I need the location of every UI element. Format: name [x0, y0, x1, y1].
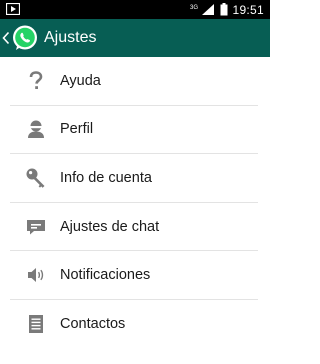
- settings-item-ajustes-de-chat[interactable]: Ajustes de chat: [10, 203, 258, 252]
- settings-item-perfil[interactable]: Perfil: [10, 106, 258, 155]
- settings-item-label: Info de cuenta: [60, 169, 152, 186]
- settings-item-label: Ajustes de chat: [60, 218, 160, 235]
- settings-item-label: Notificaciones: [60, 267, 151, 284]
- settings-item-ayuda[interactable]: Ayuda: [10, 57, 258, 106]
- status-time: 19:51: [232, 2, 264, 17]
- up-navigation-button[interactable]: [0, 19, 39, 57]
- settings-item-notificaciones[interactable]: Notificaciones: [10, 251, 258, 300]
- contacts-icon: [22, 310, 50, 338]
- settings-item-label: Ayuda: [60, 72, 101, 89]
- help-icon: [22, 67, 50, 95]
- settings-item-label: Perfil: [60, 121, 94, 138]
- back-chevron-icon: [2, 31, 10, 45]
- page-title: Ajustes: [44, 29, 97, 46]
- battery-icon: [220, 3, 228, 16]
- whatsapp-logo-icon: [13, 25, 37, 50]
- settings-list: Ayuda Perfil Info de cuenta Ajustes de c…: [10, 57, 258, 349]
- svg-text:3G: 3G: [190, 5, 198, 11]
- key-icon: [22, 164, 50, 192]
- signal-3g-icon: 3G: [190, 4, 215, 15]
- chat-icon: [22, 213, 50, 241]
- action-bar: Ajustes: [0, 19, 270, 57]
- profile-icon: [22, 115, 50, 143]
- status-bar: 3G 19:51: [0, 0, 270, 19]
- settings-item-contactos[interactable]: Contactos: [10, 300, 258, 349]
- media-play-icon: [6, 3, 20, 15]
- settings-item-info-de-cuenta[interactable]: Info de cuenta: [10, 154, 258, 203]
- settings-item-label: Contactos: [60, 316, 126, 333]
- speaker-icon: [22, 261, 50, 289]
